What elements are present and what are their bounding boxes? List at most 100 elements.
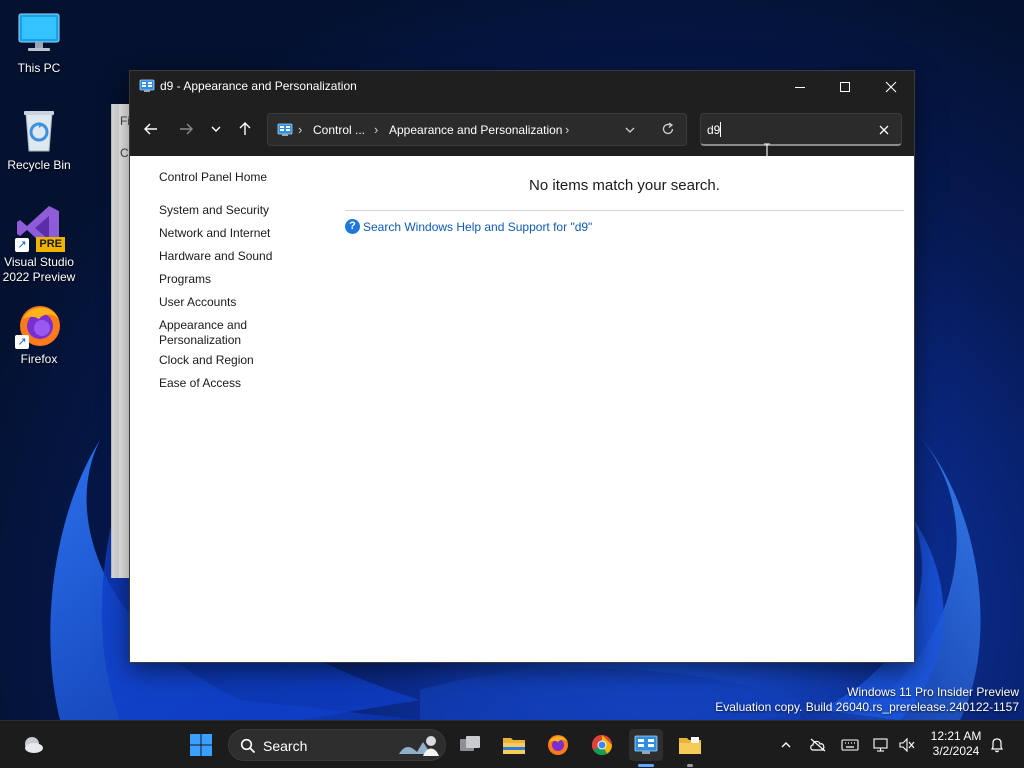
forward-button[interactable] [172, 115, 200, 143]
maximize-icon [840, 81, 850, 92]
search-help-link[interactable]: ? Search Windows Help and Support for "d… [345, 219, 592, 234]
nav-control-panel-home[interactable]: Control Panel Home [159, 170, 329, 185]
desktop-icon-this-pc[interactable]: This PC [1, 10, 77, 76]
divider [345, 210, 904, 211]
text-caret [720, 122, 721, 137]
desktop-icon-label: This PC [17, 61, 61, 75]
network-status[interactable] [870, 733, 894, 757]
clock-date: 3/2/2024 [932, 744, 980, 758]
notifications-button[interactable] [985, 733, 1009, 757]
firefox-icon: ↗ [15, 301, 63, 349]
clock-time: 12:21 AM [930, 729, 982, 743]
volume-status[interactable] [895, 733, 919, 757]
title-bar[interactable]: d9 - Appearance and Personalization [130, 71, 914, 102]
desktop-icon-recycle-bin[interactable]: Recycle Bin [1, 107, 77, 173]
breadcrumb-chevron-icon[interactable]: › [565, 122, 569, 137]
taskbar-folder-window[interactable] [673, 729, 707, 767]
show-hidden-icons-button[interactable] [774, 733, 798, 757]
taskbar-file-explorer[interactable] [497, 729, 531, 761]
recent-locations-button[interactable] [202, 115, 230, 143]
nav-user-accounts[interactable]: User Accounts [159, 295, 329, 310]
nav-appearance-and-personalization[interactable]: Appearance and Personalization [159, 318, 329, 348]
bell-icon [991, 738, 1003, 753]
start-button[interactable] [184, 729, 218, 761]
nav-network-and-internet[interactable]: Network and Internet [159, 226, 329, 241]
search-input[interactable]: d9 [707, 123, 720, 137]
taskbar-firefox[interactable] [541, 729, 575, 761]
no-results-message: No items match your search. [529, 177, 720, 194]
up-button[interactable] [231, 115, 259, 143]
taskbar-chrome[interactable] [585, 729, 619, 761]
minimize-icon [795, 86, 805, 88]
monitor-icon [15, 10, 63, 58]
taskbar-clock[interactable]: 12:21 AM 3/2/2024 [924, 729, 988, 759]
taskbar-search-label: Search [263, 738, 308, 754]
arrow-left-icon [144, 123, 157, 135]
window-title: d9 - Appearance and Personalization [160, 79, 357, 93]
search-icon [240, 738, 256, 757]
nav-system-and-security[interactable]: System and Security [159, 203, 329, 218]
window-content: Control Panel Home System and Security N… [130, 156, 914, 662]
arrow-up-icon [239, 122, 251, 135]
task-view-icon [460, 736, 480, 751]
task-view-button[interactable] [453, 729, 487, 761]
folder-icon [679, 737, 701, 754]
preview-badge: PRE [36, 237, 65, 252]
volume-muted-icon [899, 737, 915, 753]
desktop-icon-label: Recycle Bin [7, 158, 71, 172]
watermark-line-1: Windows 11 Pro Insider Preview [847, 685, 1019, 699]
breadcrumb-chevron-icon[interactable]: › [298, 122, 302, 137]
arrow-right-icon [180, 123, 193, 135]
widgets-button[interactable] [16, 729, 50, 761]
background-window-text: Fi [120, 114, 130, 128]
control-panel-icon [634, 735, 658, 754]
minimize-button[interactable] [777, 71, 823, 102]
taskbar-control-panel[interactable] [629, 729, 663, 767]
address-bar[interactable]: › Control ... › Appearance and Personali… [267, 113, 687, 146]
desktop-icon-label: Visual Studio 2022 Preview [2, 255, 76, 284]
recycle-bin-icon [15, 107, 63, 155]
nav-clock-and-region[interactable]: Clock and Region [159, 353, 329, 368]
refresh-button[interactable] [661, 122, 675, 139]
desktop-icon-visual-studio[interactable]: PRE ↗ Visual Studio 2022 Preview [1, 204, 77, 285]
maximize-button[interactable] [822, 71, 868, 102]
shortcut-arrow-icon: ↗ [15, 238, 29, 252]
chrome-icon [591, 734, 613, 756]
breadcrumb-chevron-icon[interactable]: › [374, 122, 378, 137]
input-indicator[interactable] [838, 733, 862, 757]
close-icon [879, 125, 889, 135]
breadcrumb-appearance[interactable]: Appearance and Personalization [389, 123, 562, 137]
help-icon: ? [345, 219, 360, 234]
windows-logo-icon [190, 734, 212, 756]
running-indicator [638, 764, 654, 767]
watermark-line-2: Evaluation copy. Build 26040.rs_prerelea… [715, 700, 1019, 714]
search-help-link-text[interactable]: Search Windows Help and Support for "d9" [363, 220, 592, 234]
visual-studio-icon: PRE ↗ [15, 204, 65, 252]
desktop-icon-firefox[interactable]: ↗ Firefox [1, 301, 77, 367]
running-indicator [687, 764, 693, 767]
taskbar: Search 12:21 AM 3/2/2024 [0, 720, 1024, 768]
nav-ease-of-access[interactable]: Ease of Access [159, 376, 329, 391]
close-button[interactable] [868, 71, 914, 102]
firefox-icon [548, 735, 568, 755]
nav-hardware-and-sound[interactable]: Hardware and Sound [159, 249, 329, 264]
search-box[interactable]: d9 [700, 113, 902, 146]
control-panel-icon [139, 78, 155, 97]
nav-programs[interactable]: Programs [159, 272, 329, 287]
weather-cloud-icon [25, 737, 43, 753]
clear-search-button[interactable] [875, 121, 893, 139]
shortcut-arrow-icon: ↗ [15, 335, 29, 349]
control-panel-window: d9 - Appearance and Personalization › Co… [130, 71, 914, 662]
onedrive-status[interactable] [806, 733, 830, 757]
back-button[interactable] [137, 115, 165, 143]
taskbar-search-box[interactable]: Search [228, 729, 446, 761]
breadcrumb-control-panel[interactable]: Control ... [313, 123, 365, 137]
desktop-icon-label: Firefox [20, 352, 58, 366]
refresh-icon [662, 122, 674, 135]
evaluation-watermark: Windows 11 Pro Insider Preview Evaluatio… [715, 685, 1019, 715]
chevron-up-icon [781, 742, 791, 748]
network-icon [873, 738, 888, 752]
close-icon [885, 81, 897, 92]
folder-icon [503, 738, 525, 754]
address-history-button[interactable] [624, 124, 636, 139]
